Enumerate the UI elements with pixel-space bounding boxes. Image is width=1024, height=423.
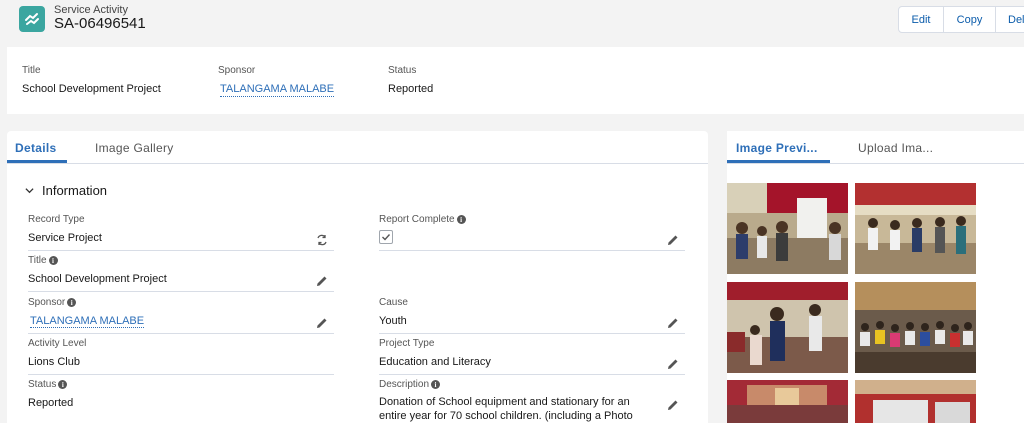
field-label-row: Status i <box>28 379 68 390</box>
chevron-down-icon <box>25 188 34 194</box>
pencil-edit-icon[interactable] <box>316 317 328 329</box>
highlight-sponsor-wrap: TALANGAMA MALABE <box>220 83 335 97</box>
highlight-title-value: School Development Project <box>22 83 161 95</box>
image-panel: Image Previ... Upload Ima... <box>727 131 1024 423</box>
field-label: Status <box>28 379 57 390</box>
field-title: Title i School Development Project <box>28 255 334 292</box>
highlight-title-label: Title <box>22 65 41 76</box>
image-thumbnail[interactable] <box>727 183 848 274</box>
highlight-sponsor-link[interactable]: TALANGAMA MALABE <box>220 83 335 97</box>
field-status: Status i Reported <box>28 379 334 416</box>
field-value: Reported <box>28 397 74 409</box>
checkmark-icon <box>382 234 391 241</box>
highlight-status: Status Reported <box>388 65 433 95</box>
image-thumbnail[interactable] <box>727 282 848 373</box>
change-record-type-icon[interactable] <box>316 234 328 246</box>
details-tabbar: Details Image Gallery <box>7 131 708 164</box>
field-label-row: Description i <box>379 379 441 390</box>
field-label: Title <box>28 255 47 266</box>
info-icon[interactable]: i <box>48 256 58 265</box>
image-thumbnail[interactable] <box>855 380 976 423</box>
field-record-type: Record Type Service Project <box>28 214 334 251</box>
field-label: Activity Level <box>28 338 87 349</box>
info-icon[interactable]: i <box>67 298 77 307</box>
action-button-group: Edit Copy Del <box>898 6 1024 33</box>
field-report-complete: Report Complete i <box>379 214 685 251</box>
highlight-title: Title School Development Project <box>22 65 161 95</box>
field-label-row: Sponsor i <box>28 297 77 308</box>
field-value: Donation of School equipment and station… <box>379 396 633 422</box>
field-sponsor: Sponsor i TALANGAMA MALABE <box>28 297 334 334</box>
field-label-row: Title i <box>28 255 58 266</box>
pencil-edit-icon[interactable] <box>316 275 328 287</box>
delete-button[interactable]: Del <box>996 7 1024 32</box>
highlight-sponsor-label: Sponsor <box>218 65 256 76</box>
record-header: Service Activity SA-06496541 Edit Copy D… <box>0 0 1024 38</box>
image-thumbnail[interactable] <box>855 183 976 274</box>
field-value: Youth <box>379 315 407 327</box>
field-label: Record Type <box>28 214 85 225</box>
info-icon[interactable]: i <box>58 380 68 389</box>
highlights-panel: Title School Development Project Sponsor… <box>7 47 1024 114</box>
report-complete-checkbox[interactable] <box>379 230 393 244</box>
field-label: Sponsor <box>28 297 66 308</box>
field-value: Service Project <box>28 232 102 244</box>
active-tab-indicator <box>7 160 67 163</box>
copy-button[interactable]: Copy <box>944 7 996 32</box>
field-label: Project Type <box>379 338 435 349</box>
image-tabbar: Image Previ... Upload Ima... <box>727 131 1024 164</box>
tab-image-gallery[interactable]: Image Gallery <box>95 141 174 155</box>
pencil-edit-icon[interactable] <box>667 317 679 329</box>
field-cause: Cause Youth <box>379 297 685 334</box>
active-tab-indicator <box>727 160 830 163</box>
service-activity-icon <box>19 6 45 32</box>
image-thumbnail[interactable] <box>727 380 848 423</box>
pencil-edit-icon[interactable] <box>667 358 679 370</box>
tab-image-preview[interactable]: Image Previ... <box>736 141 818 155</box>
info-icon[interactable]: i <box>456 215 466 224</box>
field-value: Education and Literacy <box>379 356 491 368</box>
image-thumbnail[interactable] <box>855 282 976 373</box>
field-project-type: Project Type Education and Literacy <box>379 338 685 375</box>
info-icon[interactable]: i <box>431 380 441 389</box>
record-name: SA-06496541 <box>54 15 146 32</box>
field-label-row: Report Complete i <box>379 214 466 225</box>
field-value: School Development Project <box>28 273 167 285</box>
field-activity-level: Activity Level Lions Club <box>28 338 334 375</box>
field-label: Report Complete <box>379 214 455 225</box>
details-card: Details Image Gallery Information Record… <box>7 131 708 423</box>
field-label: Description <box>379 379 430 390</box>
field-value: Lions Club <box>28 356 80 368</box>
tab-details[interactable]: Details <box>15 141 56 155</box>
highlight-status-label: Status <box>388 65 417 76</box>
highlight-status-value: Reported <box>388 83 434 95</box>
highlight-sponsor: Sponsor TALANGAMA MALABE <box>218 65 335 97</box>
information-section-header[interactable]: Information <box>25 183 107 198</box>
field-description: Description i Donation of School equipmen… <box>379 379 685 423</box>
pencil-edit-icon[interactable] <box>667 399 679 411</box>
section-title: Information <box>42 183 108 198</box>
sponsor-link[interactable]: TALANGAMA MALABE <box>30 315 145 328</box>
field-label: Cause <box>379 297 408 308</box>
pencil-edit-icon[interactable] <box>667 234 679 246</box>
tab-upload-image[interactable]: Upload Ima... <box>858 141 933 155</box>
edit-button[interactable]: Edit <box>899 7 944 32</box>
